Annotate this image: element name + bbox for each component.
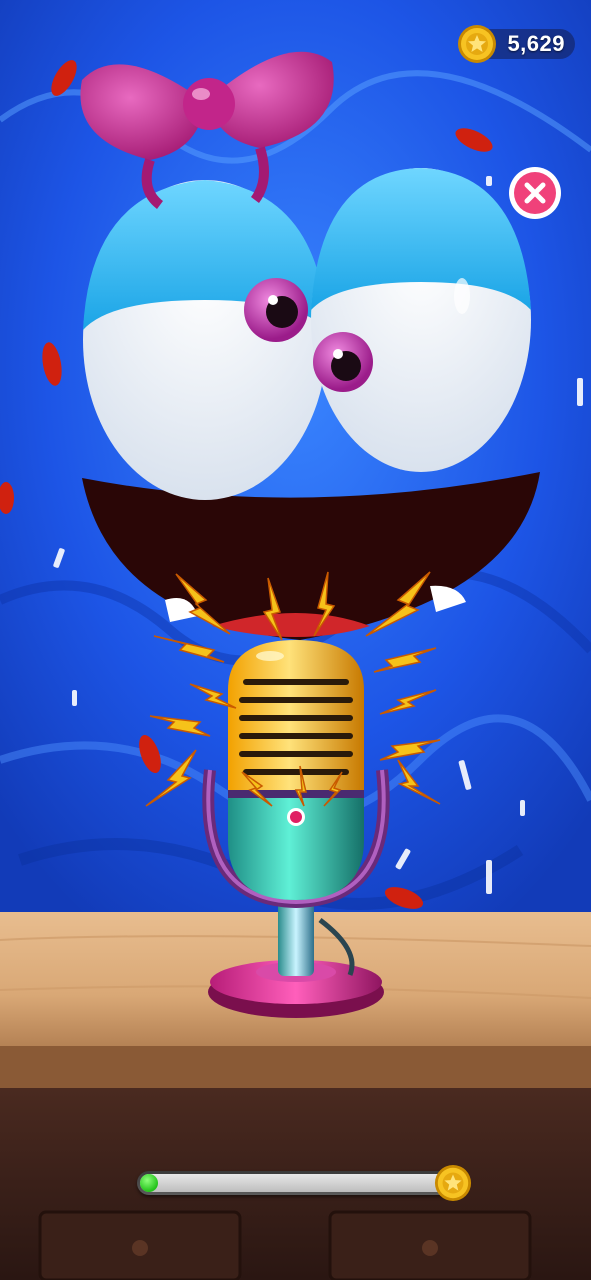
coin-counter: 5,629	[457, 24, 576, 64]
close-button[interactable]	[508, 166, 562, 220]
progress-track	[140, 1174, 451, 1192]
progress-reward-coin-icon	[434, 1164, 472, 1202]
coin-count: 5,629	[507, 31, 565, 56]
progress-bar	[137, 1171, 454, 1195]
progress-fill	[140, 1174, 158, 1192]
game-scene	[0, 0, 591, 1280]
game-screen: 5,629	[0, 0, 591, 1280]
coin-icon	[458, 25, 497, 63]
